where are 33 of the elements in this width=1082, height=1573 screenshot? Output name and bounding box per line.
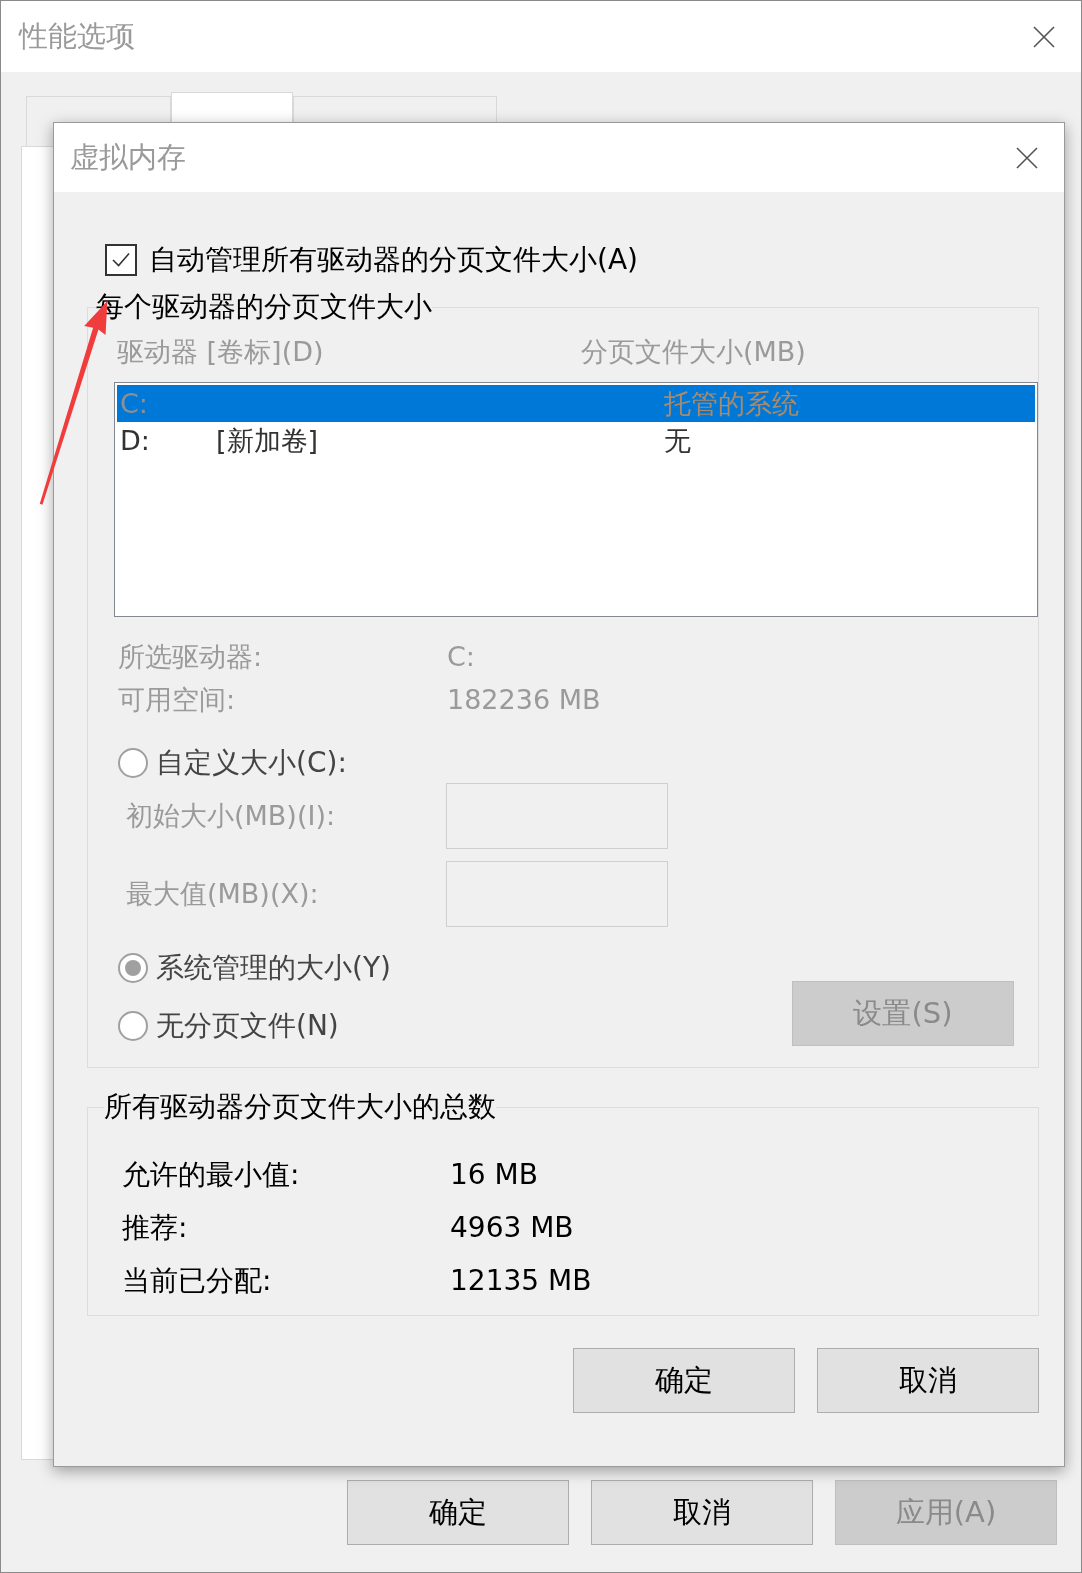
paging-size: 托管的系统	[664, 386, 799, 421]
drive-letter: D:	[119, 425, 151, 456]
close-icon[interactable]	[1016, 146, 1038, 169]
drive-letter: C:	[119, 388, 149, 419]
button[interactable]: 取消	[817, 1348, 1039, 1413]
column-header: 驱动器 [卷标](D)	[116, 335, 325, 369]
info-value: C:	[447, 641, 475, 672]
group-title: 所有驱动器分页文件大小的总数	[104, 1089, 496, 1125]
checkbox[interactable]	[105, 244, 137, 276]
total-label: 允许的最小值:	[122, 1156, 301, 1193]
button[interactable]: 确定	[347, 1480, 569, 1545]
radio-label: 无分页文件(N)	[156, 1008, 339, 1044]
close-icon[interactable]	[1033, 25, 1055, 48]
volume-label: [新加卷]	[216, 423, 320, 458]
total-value: 12135 MB	[450, 1264, 592, 1297]
dialog-title: 虚拟内存	[70, 138, 186, 176]
checkbox-label: 自动管理所有驱动器的分页文件大小(A)	[149, 242, 638, 278]
total-value: 4963 MB	[450, 1211, 574, 1244]
info-value: 182236 MB	[447, 684, 601, 715]
total-value: 16 MB	[450, 1158, 538, 1191]
total-label: 推荐:	[122, 1209, 189, 1246]
total-label: 当前已分配:	[122, 1262, 273, 1299]
radio-label: 系统管理的大小(Y)	[156, 950, 391, 986]
window-title: 性能选项	[19, 17, 135, 55]
field-label: 最大值(MB)(X):	[125, 877, 320, 911]
info-label: 可用空间:	[117, 682, 237, 717]
paging-size: 无	[664, 423, 691, 458]
field-label: 初始大小(MB)(I):	[125, 799, 336, 833]
info-label: 所选驱动器:	[117, 639, 264, 674]
column-header: 分页文件大小(MB)	[581, 335, 806, 369]
radio-label: 自定义大小(C):	[156, 745, 347, 781]
button[interactable]: 取消	[591, 1480, 813, 1545]
button[interactable]: 确定	[573, 1348, 795, 1413]
